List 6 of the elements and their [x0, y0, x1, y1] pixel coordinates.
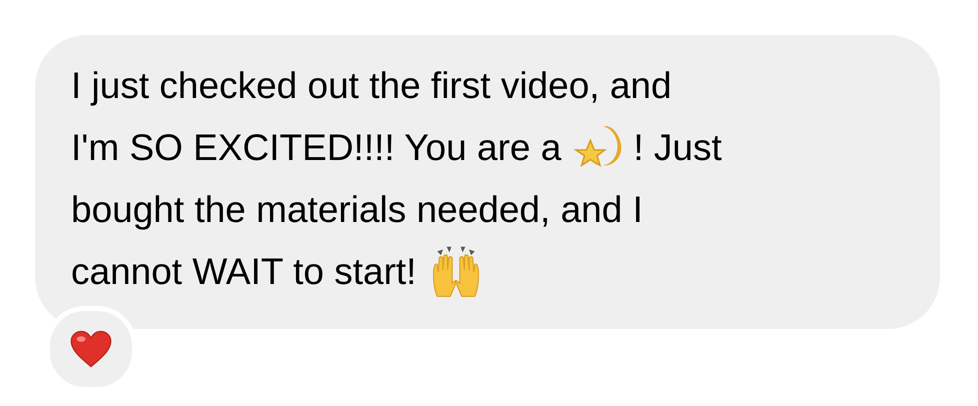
message-text: I just checked out the first video, and: [71, 65, 672, 107]
message-text: cannot WAIT to start!: [71, 251, 416, 293]
message-text: ! Just: [633, 127, 722, 169]
heart-icon: [69, 329, 113, 369]
message-text: bought the materials needed, and I: [71, 189, 643, 231]
message-text: I'm SO EXCITED!!!! You are a: [71, 127, 562, 169]
